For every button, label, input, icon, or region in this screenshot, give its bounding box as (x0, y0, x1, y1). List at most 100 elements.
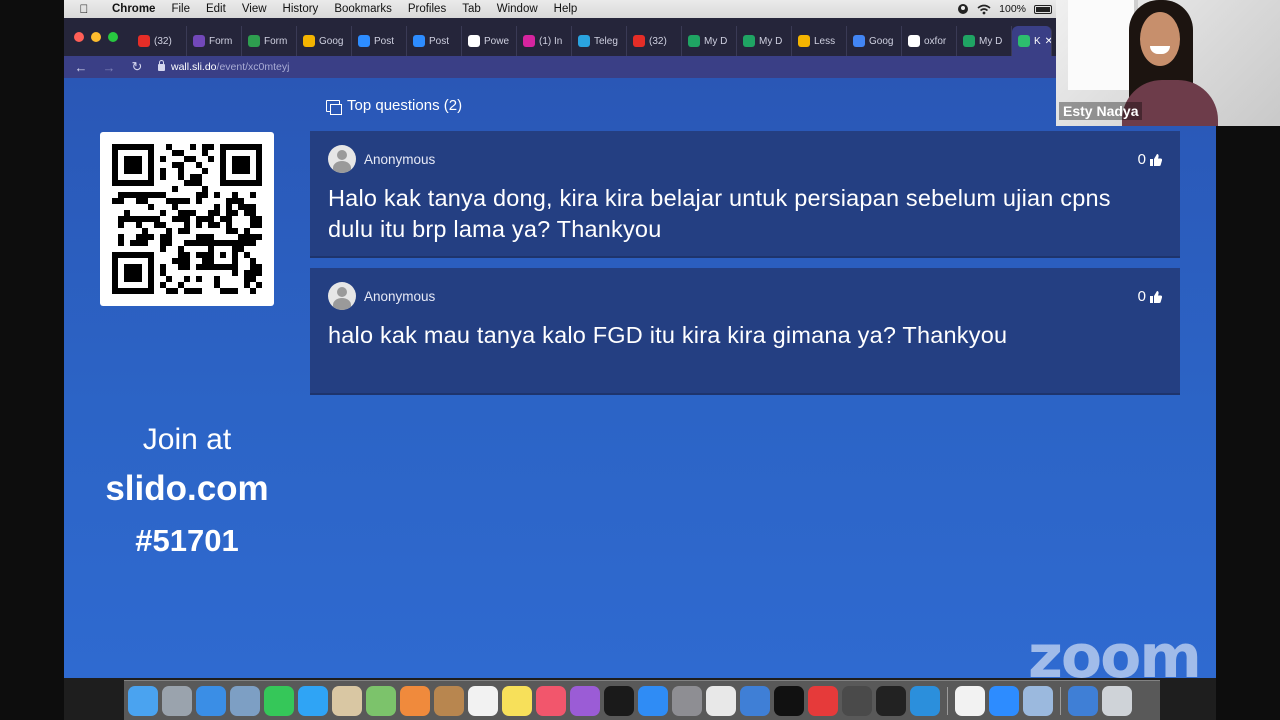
apple-menu-icon[interactable]:  (64, 2, 104, 16)
participant-video[interactable]: Esty Nadya (1056, 0, 1280, 126)
facetime-icon[interactable] (264, 685, 294, 716)
tab-favicon-icon (248, 35, 260, 47)
url-host: wall.sli.do (171, 61, 217, 73)
oo-app-icon-2[interactable] (955, 685, 985, 716)
zoom-window-button[interactable] (108, 32, 118, 42)
vscode-icon[interactable] (910, 685, 940, 716)
menu-tab[interactable]: Tab (454, 3, 489, 15)
browser-tab[interactable]: Less (792, 26, 847, 56)
browser-tab[interactable]: (1) In (517, 26, 572, 56)
reload-icon[interactable]: ↻ (130, 59, 144, 75)
whatsapp-folder-icon[interactable] (740, 685, 770, 716)
tab-label: My D (704, 35, 728, 47)
user-status-icon[interactable] (957, 3, 969, 15)
tab-favicon-icon (633, 35, 645, 47)
minimize-window-button[interactable] (91, 32, 101, 42)
tv-icon[interactable] (604, 685, 634, 716)
launchpad-icon[interactable] (162, 685, 192, 716)
photos-icon[interactable] (400, 685, 430, 716)
tab-label: Goog (869, 35, 894, 47)
browser-tab[interactable]: Goog (297, 26, 352, 56)
tab-label: Goog (319, 35, 344, 47)
chrome-icon[interactable] (706, 685, 736, 716)
intellij-icon[interactable] (774, 685, 804, 716)
notes-brown-icon[interactable] (434, 685, 464, 716)
tab-favicon-icon (193, 35, 205, 47)
browser-tab[interactable]: oxfor (902, 26, 957, 56)
questions-icon (326, 99, 342, 115)
tab-label: Post (374, 35, 395, 47)
stickies-icon[interactable] (502, 685, 532, 716)
menu-view[interactable]: View (234, 3, 275, 15)
browser-tab[interactable]: Form (242, 26, 297, 56)
calendar-icon[interactable] (468, 685, 498, 716)
browser-tab[interactable]: Post (407, 26, 462, 56)
battery-icon[interactable] (1034, 4, 1052, 14)
browser-tab[interactable]: My D (957, 26, 1012, 56)
finder-icon[interactable] (128, 685, 158, 716)
close-tab-icon[interactable]: ✕ (1045, 36, 1051, 47)
participant-name: Esty Nadya (1059, 102, 1143, 120)
preview-icon[interactable] (230, 685, 260, 716)
tab-active[interactable]: K✕ (1012, 26, 1052, 56)
browser-tab[interactable]: Teleg (572, 26, 627, 56)
back-arrow-icon[interactable]: ← (74, 60, 88, 75)
maps-icon[interactable] (366, 685, 396, 716)
menu-history[interactable]: History (275, 3, 327, 15)
browser-tab[interactable]: Form (187, 26, 242, 56)
dock-separator (1060, 686, 1061, 715)
menu-window[interactable]: Window (489, 3, 546, 15)
browser-tab[interactable]: (32) (627, 26, 682, 56)
browser-tab[interactable]: My D (682, 26, 737, 56)
question-author: Anonymous (364, 288, 436, 304)
tab-label: (32) (649, 35, 667, 47)
contacts-icon[interactable] (332, 685, 362, 716)
menu-file[interactable]: File (163, 3, 198, 15)
toolbar: ← → ↻ wall.sli.do/event/xc0mteyj (64, 56, 1056, 78)
browser-tab[interactable]: Post (352, 26, 407, 56)
safari-icon[interactable] (196, 685, 226, 716)
like-count: 0 (1137, 288, 1146, 305)
browser-tab[interactable]: My D (737, 26, 792, 56)
avatar-icon (328, 145, 356, 173)
qr-code-graphic (112, 144, 262, 294)
menu-profiles[interactable]: Profiles (400, 3, 454, 15)
menu-bookmarks[interactable]: Bookmarks (326, 3, 400, 15)
screenshot-icon[interactable] (1023, 685, 1053, 716)
tab-label: My D (979, 35, 1003, 47)
browser-tab[interactable]: (32) (132, 26, 187, 56)
zoom-icon[interactable] (989, 685, 1019, 716)
status-area: 100% (957, 3, 1056, 15)
dock-separator (947, 686, 948, 715)
wifi-icon[interactable] (977, 4, 991, 15)
close-window-button[interactable] (74, 32, 84, 42)
tab-favicon-icon (358, 35, 370, 47)
menu-help[interactable]: Help (546, 3, 586, 15)
tab-label: My D (759, 35, 783, 47)
avatar-icon (328, 282, 356, 310)
tab-favicon-icon (743, 35, 755, 47)
forward-arrow-icon[interactable]: → (102, 60, 116, 75)
app-store-icon[interactable] (638, 685, 668, 716)
menu-app-name[interactable]: Chrome (104, 3, 163, 15)
join-label: Join at (142, 423, 232, 456)
downloads-folder-icon[interactable] (1068, 685, 1098, 716)
tab-favicon-icon (138, 35, 150, 47)
question-card: Anonymous 0 Halo kak tanya dong, kira ki… (310, 131, 1180, 258)
menu-edit[interactable]: Edit (198, 3, 234, 15)
oo-app-icon[interactable] (808, 685, 838, 716)
menu-bar:  Chrome File Edit View History Bookmark… (64, 0, 1056, 18)
browser-tab[interactable]: Goog (847, 26, 902, 56)
trash-icon[interactable] (1102, 685, 1132, 716)
system-preferences-icon[interactable] (672, 685, 702, 716)
terminal-icon[interactable] (876, 685, 906, 716)
lock-icon[interactable] (158, 59, 165, 71)
sublime-icon[interactable] (842, 685, 872, 716)
messages-icon[interactable] (298, 685, 328, 716)
podcasts-icon[interactable] (570, 685, 600, 716)
address-field[interactable]: wall.sli.do/event/xc0mteyj (158, 59, 290, 73)
browser-tab[interactable]: Powe (462, 26, 517, 56)
music-icon[interactable] (536, 685, 566, 716)
questions-header: Top questions (2) (326, 97, 462, 115)
url-path: /event/xc0mteyj (216, 61, 290, 73)
